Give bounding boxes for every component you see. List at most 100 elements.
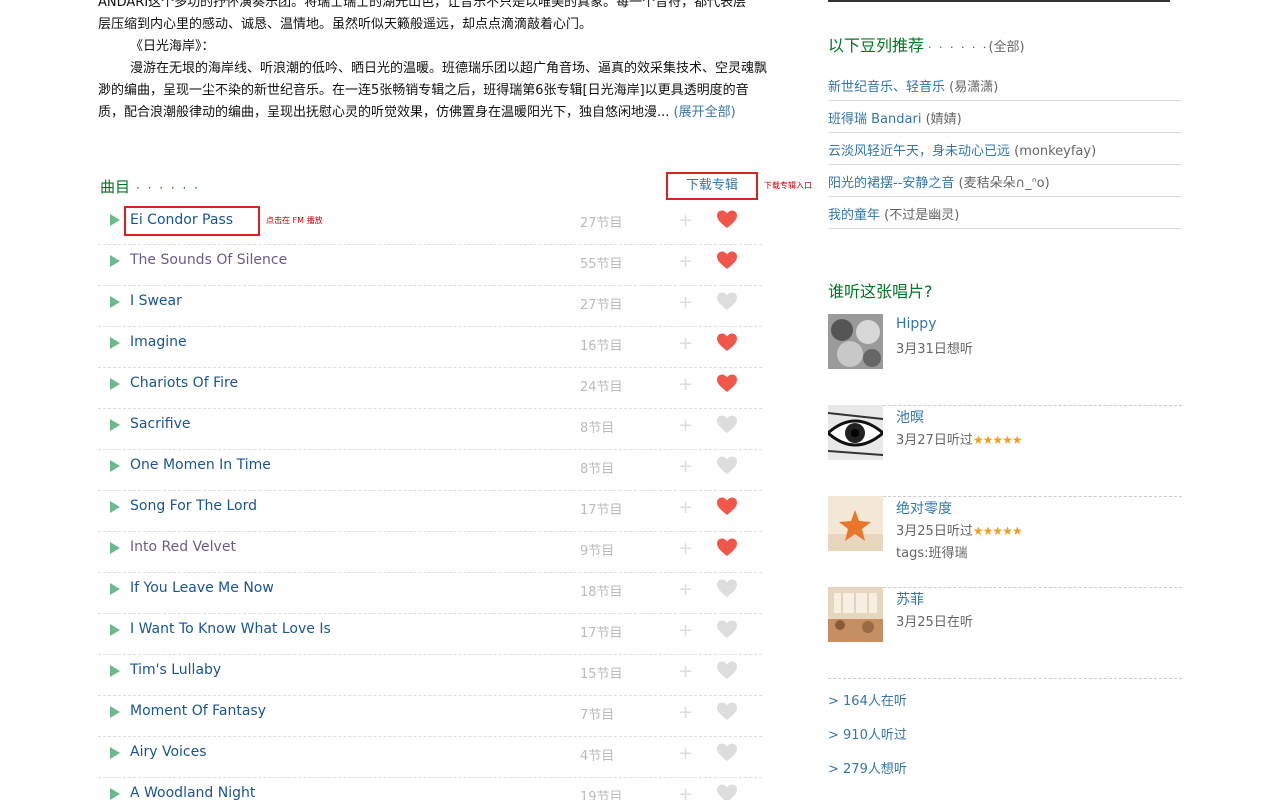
- add-icon[interactable]: +: [678, 622, 693, 640]
- track-name[interactable]: One Momen In Time: [130, 457, 271, 473]
- track-list: Ei Condor Pass 点击在 FM 播放 27节目 + The Sounds O…: [98, 204, 762, 800]
- recommend-item-title[interactable]: 新世纪音乐、轻音乐: [828, 80, 945, 95]
- listener-tags: tags:班得瑞: [896, 546, 968, 561]
- add-icon[interactable]: +: [678, 540, 693, 558]
- avatar[interactable]: [828, 587, 883, 642]
- add-icon[interactable]: +: [678, 663, 693, 681]
- avatar[interactable]: [828, 405, 883, 460]
- recommend-all-link[interactable]: (全部): [988, 40, 1024, 55]
- listener-name[interactable]: Hippy: [896, 316, 936, 332]
- play-icon[interactable]: [110, 501, 120, 513]
- recommend-title: 以下豆列推荐 · · · · · ·(全部): [828, 32, 1025, 56]
- play-icon[interactable]: [110, 624, 120, 636]
- add-icon[interactable]: +: [678, 786, 693, 800]
- track-name[interactable]: Into Red Velvet: [130, 539, 236, 555]
- track-name[interactable]: Song For The Lord: [130, 498, 257, 514]
- track-row: The Sounds Of Silence 55节目 +: [98, 245, 762, 286]
- recommend-item: 班得瑞 Bandari (婧婧): [828, 101, 1182, 133]
- program-count: 15节目: [580, 667, 623, 682]
- track-name[interactable]: Sacrifive: [130, 416, 191, 432]
- heart-icon[interactable]: [716, 209, 738, 229]
- play-icon[interactable]: [110, 296, 120, 308]
- play-icon[interactable]: [110, 583, 120, 595]
- download-album-button[interactable]: 下载专辑: [666, 172, 758, 200]
- play-icon[interactable]: [110, 460, 120, 472]
- track-name[interactable]: A Woodland Night: [130, 785, 255, 800]
- track-name[interactable]: Ei Condor Pass: [124, 206, 260, 236]
- track-name[interactable]: If You Leave Me Now: [130, 580, 274, 596]
- heart-icon[interactable]: [716, 619, 738, 639]
- tracks-title-text: 曲目: [100, 178, 131, 196]
- listen-stat-link[interactable]: > 279人想听: [828, 758, 907, 777]
- heart-icon[interactable]: [716, 455, 738, 475]
- track-row: Ei Condor Pass 点击在 FM 播放 27节目 +: [98, 204, 762, 245]
- add-icon[interactable]: +: [678, 745, 693, 763]
- heart-icon[interactable]: [716, 537, 738, 557]
- recommend-item: 阳光的裙摆--安静之音 (麦秸朵朵∩_ᐢo): [828, 165, 1182, 197]
- add-icon[interactable]: +: [678, 253, 693, 271]
- track-name[interactable]: Airy Voices: [130, 744, 207, 760]
- add-icon[interactable]: +: [678, 335, 693, 353]
- track-name[interactable]: Imagine: [130, 334, 187, 350]
- listener-name[interactable]: 池暝: [896, 407, 924, 427]
- recommend-item-title[interactable]: 云淡风轻近午天，身未动心已远: [828, 144, 1010, 159]
- play-icon[interactable]: [110, 542, 120, 554]
- heart-icon[interactable]: [716, 373, 738, 393]
- play-icon[interactable]: [110, 788, 120, 800]
- recommend-item-title[interactable]: 我的童年: [828, 208, 880, 223]
- listener-name[interactable]: 苏菲: [896, 589, 924, 609]
- track-name[interactable]: I Swear: [130, 293, 182, 309]
- add-icon[interactable]: +: [678, 581, 693, 599]
- add-icon[interactable]: +: [678, 376, 693, 394]
- listener-status-text: 3月25日在听: [896, 615, 973, 630]
- track-name[interactable]: Moment Of Fantasy: [130, 703, 266, 719]
- recommend-item-title[interactable]: 班得瑞 Bandari: [828, 112, 921, 127]
- play-icon[interactable]: [110, 747, 120, 759]
- track-row: One Momen In Time 8节目 +: [98, 450, 762, 491]
- listen-stat-link[interactable]: > 910人听过: [828, 724, 907, 743]
- heart-icon[interactable]: [716, 701, 738, 721]
- track-name[interactable]: Chariots Of Fire: [130, 375, 238, 391]
- program-count: 17节目: [580, 503, 623, 518]
- album-heading: 《日光海岸》：: [130, 39, 215, 54]
- track-name[interactable]: The Sounds Of Silence: [130, 252, 287, 268]
- add-icon[interactable]: +: [678, 417, 693, 435]
- play-icon[interactable]: [110, 255, 120, 267]
- heart-icon[interactable]: [716, 332, 738, 352]
- listen-stat-link[interactable]: > 164人在听: [828, 690, 907, 709]
- listener-status: 3月25日听过★★★★★: [896, 520, 1023, 539]
- program-count: 24节目: [580, 380, 623, 395]
- heart-icon[interactable]: [716, 496, 738, 516]
- play-icon[interactable]: [110, 706, 120, 718]
- play-icon[interactable]: [110, 665, 120, 677]
- album-intro: ANDARI这个多功的抒怀演奏乐团。将瑞士瑞士的湖光山色，让音乐不只是以唯美的真…: [98, 0, 770, 124]
- add-icon[interactable]: +: [678, 458, 693, 476]
- play-icon[interactable]: [110, 419, 120, 431]
- heart-icon[interactable]: [716, 250, 738, 270]
- track-name[interactable]: Tim's Lullaby: [130, 662, 221, 678]
- listener-name[interactable]: 绝对零度: [896, 498, 952, 518]
- recommend-item-author: (monkeyfay): [1014, 144, 1097, 159]
- heart-icon[interactable]: [716, 660, 738, 680]
- recommend-item-title[interactable]: 阳光的裙摆--安静之音: [828, 176, 954, 191]
- play-icon[interactable]: [110, 214, 120, 226]
- add-icon[interactable]: +: [678, 212, 693, 230]
- listener-item: 绝对零度 3月25日听过★★★★★ tags:班得瑞: [828, 496, 1182, 588]
- add-icon[interactable]: +: [678, 499, 693, 517]
- heart-icon[interactable]: [716, 291, 738, 311]
- heart-icon[interactable]: [716, 414, 738, 434]
- avatar[interactable]: [828, 314, 883, 369]
- heart-icon[interactable]: [716, 742, 738, 762]
- who-listens-title: 谁听这张唱片?: [828, 282, 933, 301]
- add-icon[interactable]: +: [678, 294, 693, 312]
- program-count: 27节目: [580, 216, 623, 231]
- add-icon[interactable]: +: [678, 704, 693, 722]
- heart-icon[interactable]: [716, 783, 738, 800]
- play-icon[interactable]: [110, 378, 120, 390]
- avatar[interactable]: [828, 496, 883, 551]
- track-name[interactable]: I Want To Know What Love Is: [130, 621, 331, 637]
- expand-all-link[interactable]: (展开全部): [674, 105, 736, 120]
- track-row: I Swear 27节目 +: [98, 286, 762, 327]
- play-icon[interactable]: [110, 337, 120, 349]
- heart-icon[interactable]: [716, 578, 738, 598]
